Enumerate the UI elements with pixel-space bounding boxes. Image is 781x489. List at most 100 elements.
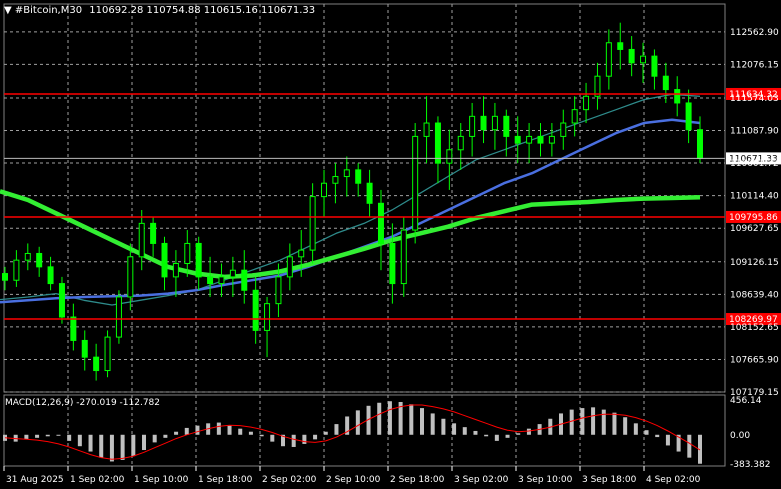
candle-body[interactable] (332, 176, 339, 184)
candle-body[interactable] (127, 256, 134, 298)
macd-histogram-bar (655, 434, 660, 438)
candle-body[interactable] (13, 259, 20, 281)
macd-histogram-bar (88, 434, 93, 452)
candle-body[interactable] (640, 55, 647, 64)
candle-body[interactable] (207, 276, 214, 285)
candle-body[interactable] (286, 256, 293, 278)
time-tick-label: 1 Sep 02:00 (70, 475, 125, 485)
macd-histogram-bar (77, 434, 82, 447)
macd-histogram-bar (216, 422, 221, 435)
candle-body[interactable] (685, 102, 692, 131)
candle-body[interactable] (617, 42, 624, 50)
candle-body[interactable] (605, 42, 612, 77)
macd-histogram-bar (633, 423, 638, 435)
candle-body[interactable] (366, 182, 373, 204)
candle-body[interactable] (560, 122, 567, 137)
candle-body[interactable] (93, 356, 100, 372)
candle-body[interactable] (195, 242, 202, 278)
candle-body[interactable] (651, 55, 658, 77)
price-tick-label: 109627.65 (730, 224, 779, 234)
chart-svg[interactable]: 111634.32109795.86108269.97110671.33 31 … (0, 0, 781, 489)
candle-body[interactable] (697, 129, 703, 159)
candle-body[interactable] (252, 289, 259, 331)
candle-body[interactable] (662, 75, 669, 91)
macd-histogram-bar (473, 430, 478, 435)
candle-body[interactable] (36, 252, 43, 268)
macd-histogram-bar (184, 427, 189, 435)
macd-histogram-bar (24, 434, 29, 440)
candle-body[interactable] (480, 115, 487, 131)
candle-body[interactable] (446, 149, 453, 164)
candle-body[interactable] (423, 122, 430, 137)
candle-body[interactable] (514, 135, 521, 144)
candle-body[interactable] (218, 276, 225, 285)
price-tick-label: 111087.90 (730, 127, 779, 137)
time-tick-label: 1 Sep 18:00 (198, 475, 253, 485)
candle-body[interactable] (583, 95, 590, 111)
price-tick-label: 110114.40 (730, 192, 779, 202)
header-arrow-icon: ▼ (4, 5, 12, 16)
macd-histogram-bar (323, 431, 328, 435)
macd-histogram-bar (270, 434, 275, 442)
candle-body[interactable] (264, 303, 271, 331)
macd-histogram-bar (462, 427, 467, 435)
candle-body[interactable] (412, 135, 419, 231)
candle-body[interactable] (138, 222, 145, 258)
macd-histogram-bar (334, 424, 339, 435)
candle-body[interactable] (58, 283, 65, 318)
candle-body[interactable] (355, 169, 362, 184)
candle-body[interactable] (81, 339, 88, 358)
macd-histogram-bar (35, 434, 40, 438)
candle-body[interactable] (24, 252, 31, 261)
candle-body[interactable] (434, 122, 441, 164)
macd-histogram-bar (580, 408, 585, 435)
candle-body[interactable] (321, 182, 328, 198)
candle-body[interactable] (389, 242, 396, 285)
level-price-label: 109795.86 (729, 213, 778, 223)
macd-histogram-bar (120, 434, 125, 460)
candle-body[interactable] (491, 115, 498, 131)
candle-body[interactable] (571, 109, 578, 124)
candle-body[interactable] (400, 229, 407, 285)
candle-body[interactable] (275, 276, 282, 305)
candle-body[interactable] (343, 169, 350, 178)
candle-body[interactable] (172, 263, 179, 278)
macd-histogram-bar (569, 409, 574, 435)
macd-histogram-bar (420, 408, 424, 435)
candle-body[interactable] (309, 196, 316, 251)
macd-histogram-bar (67, 434, 72, 441)
candle-body[interactable] (161, 242, 168, 278)
candle-body[interactable] (47, 266, 54, 285)
macd-histogram-bar (452, 423, 457, 435)
price-tick-label: 109126.15 (730, 258, 779, 268)
trading-chart[interactable]: 111634.32 109795.86 108269.97 110671.33 31 … (0, 0, 781, 489)
candle-body[interactable] (70, 316, 77, 341)
candle-body[interactable] (377, 202, 384, 244)
candle-body[interactable] (537, 135, 544, 144)
macd-histogram-bar (441, 418, 446, 435)
candle-body[interactable] (548, 135, 555, 144)
candle-body[interactable] (184, 242, 191, 265)
candle-body[interactable] (115, 296, 122, 338)
candle-body[interactable] (457, 135, 464, 151)
macd-histogram-bar (109, 434, 114, 462)
candle-body[interactable] (104, 336, 111, 372)
price-tick-label: 112562.90 (730, 28, 779, 38)
candle-body[interactable] (229, 269, 236, 278)
macd-histogram-bar (494, 434, 499, 441)
candle-body[interactable] (298, 249, 305, 258)
candle-body[interactable] (526, 135, 533, 144)
candle-body[interactable] (503, 115, 510, 137)
macd-histogram-bar (644, 430, 649, 435)
macd-histogram-bar (409, 404, 414, 435)
candle-body[interactable] (469, 115, 476, 137)
macd-label: MACD(12,26,9) -270.019 -112.782 (5, 398, 160, 408)
candle-body[interactable] (150, 222, 157, 244)
candle-body[interactable] (241, 269, 248, 291)
macd-histogram-bar (601, 409, 606, 435)
time-tick-label: 1 Sep 10:00 (134, 475, 189, 485)
candle-body[interactable] (628, 48, 635, 64)
candle-body[interactable] (674, 89, 681, 104)
candle-body[interactable] (2, 273, 8, 281)
time-tick-label: 2 Sep 10:00 (326, 475, 381, 485)
